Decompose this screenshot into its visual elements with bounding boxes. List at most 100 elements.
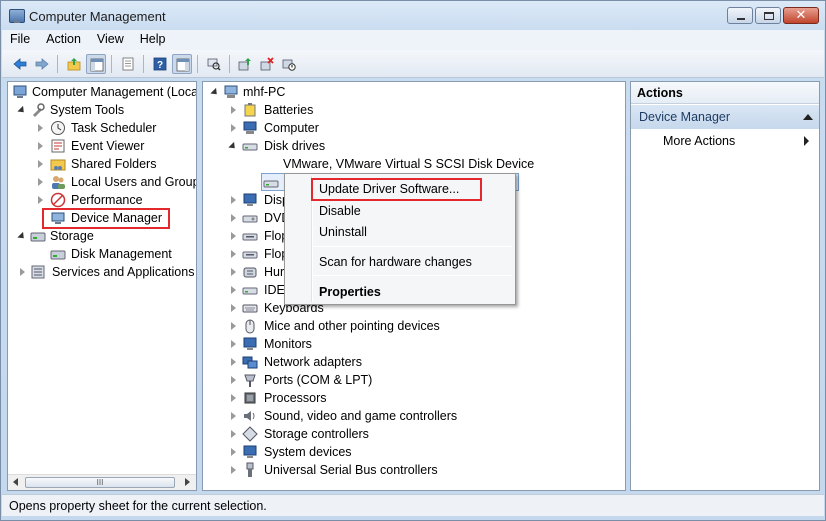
expand-arrow-icon[interactable] <box>229 430 238 439</box>
help-icon: ? <box>153 57 167 71</box>
computer-management-window: Computer Management ✕ File Action View H… <box>0 0 826 521</box>
clock-icon <box>51 121 65 135</box>
horizontal-scrollbar[interactable]: III <box>8 474 196 490</box>
expand-arrow-icon[interactable] <box>36 178 45 187</box>
expand-arrow-icon[interactable] <box>229 286 238 295</box>
disk-drive-icon <box>242 143 258 151</box>
collapse-arrow-icon[interactable] <box>229 142 238 151</box>
export-list-icon <box>122 57 134 71</box>
menu-item-disable[interactable]: Disable <box>319 201 361 221</box>
tree-item-label: Hur <box>264 265 285 279</box>
expand-arrow-icon[interactable] <box>36 124 45 133</box>
expand-arrow-icon[interactable] <box>229 214 238 223</box>
system-device-icon <box>243 445 257 458</box>
menu-bar: File Action View Help <box>2 30 824 50</box>
expand-arrow-icon[interactable] <box>229 340 238 349</box>
expand-arrow-icon[interactable] <box>229 268 238 277</box>
tree-item-label: System devices <box>264 445 352 459</box>
menu-item-uninstall[interactable]: Uninstall <box>319 222 367 242</box>
back-button[interactable] <box>10 54 30 74</box>
menu-help[interactable]: Help <box>132 30 174 50</box>
toolbar: ? <box>2 50 824 78</box>
collapse-arrow-icon[interactable] <box>18 106 27 115</box>
collapse-up-icon[interactable] <box>803 114 813 120</box>
disable-device-button[interactable] <box>279 54 299 74</box>
uninstall-device-button[interactable] <box>257 54 277 74</box>
tree-item-label: Sound, video and game controllers <box>264 409 458 423</box>
tree-item-label: Storage controllers <box>264 427 369 441</box>
toolbar-separator <box>229 55 230 73</box>
monitor-icon <box>243 337 257 350</box>
show-hide-console-tree-button[interactable] <box>86 54 106 74</box>
scrollbar-thumb[interactable]: III <box>25 477 175 488</box>
export-list-button[interactable] <box>118 54 138 74</box>
more-actions-item[interactable]: More Actions <box>663 132 735 150</box>
actions-section-label: Device Manager <box>639 110 731 124</box>
scroll-right-icon[interactable] <box>185 478 190 486</box>
expand-arrow-icon[interactable] <box>229 412 238 421</box>
expand-arrow-icon[interactable] <box>229 394 238 403</box>
actions-section-device-manager[interactable]: Device Manager <box>631 105 819 129</box>
device-manager-highlight-box <box>42 208 170 229</box>
expand-arrow-icon[interactable] <box>18 268 27 277</box>
tree-item-label: Disk Management <box>71 247 172 261</box>
minimize-icon <box>737 18 745 20</box>
menu-file[interactable]: File <box>2 30 38 50</box>
maximize-button[interactable] <box>755 7 781 24</box>
mouse-icon <box>245 319 255 334</box>
expand-arrow-icon[interactable] <box>229 448 238 457</box>
collapse-arrow-icon[interactable] <box>18 232 27 241</box>
services-icon <box>31 265 45 279</box>
menu-action[interactable]: Action <box>38 30 89 50</box>
computer-management-icon <box>13 85 27 98</box>
tree-item-computer-management[interactable]: Computer Management (Local <box>12 83 196 101</box>
menu-item-scan-hardware[interactable]: Scan for hardware changes <box>319 252 472 272</box>
tree-item-label: Batteries <box>264 103 314 117</box>
back-arrow-icon <box>13 58 27 70</box>
status-bar: Opens property sheet for the current sel… <box>2 494 824 516</box>
help-button[interactable]: ? <box>150 54 170 74</box>
tree-item-label: mhf-PC <box>243 85 286 99</box>
expand-arrow-icon[interactable] <box>229 322 238 331</box>
dvd-drive-icon <box>242 215 258 223</box>
menu-item-properties[interactable]: Properties <box>319 282 381 302</box>
expand-arrow-icon[interactable] <box>229 232 238 241</box>
computer-management-icon <box>9 9 25 23</box>
scroll-left-icon[interactable] <box>13 478 18 486</box>
update-driver-button[interactable] <box>235 54 255 74</box>
tree-item-label: Monitors <box>264 337 312 351</box>
action-pane-icon <box>176 58 190 72</box>
window-title: Computer Management <box>29 9 166 24</box>
minimize-button[interactable] <box>727 7 753 24</box>
expand-arrow-icon[interactable] <box>229 124 238 133</box>
scan-hardware-button[interactable] <box>204 54 224 74</box>
close-button[interactable]: ✕ <box>783 7 819 24</box>
expand-arrow-icon[interactable] <box>229 358 238 367</box>
toolbar-separator <box>197 55 198 73</box>
expand-arrow-icon[interactable] <box>229 250 238 259</box>
expand-arrow-icon[interactable] <box>229 376 238 385</box>
up-one-level-button[interactable] <box>64 54 84 74</box>
console-tree-pane[interactable]: Computer Management (Local System Tools … <box>7 81 197 491</box>
expand-arrow-icon[interactable] <box>229 106 238 115</box>
tree-item-label: Network adapters <box>264 355 362 369</box>
actions-pane: Actions Device Manager More Actions <box>630 81 820 491</box>
expand-arrow-icon[interactable] <box>229 304 238 313</box>
speaker-icon <box>244 411 255 421</box>
menu-separator <box>313 275 512 276</box>
expand-arrow-icon[interactable] <box>36 196 45 205</box>
port-icon <box>244 374 256 387</box>
collapse-arrow-icon[interactable] <box>211 88 220 97</box>
title-bar[interactable]: Computer Management ✕ <box>1 1 825 31</box>
tree-item-label: Event Viewer <box>71 139 145 153</box>
expand-arrow-icon[interactable] <box>229 466 238 475</box>
expand-arrow-icon[interactable] <box>36 160 45 169</box>
expand-arrow-icon[interactable] <box>229 196 238 205</box>
floppy-controller-icon <box>242 233 258 241</box>
floppy-drive-icon <box>242 251 258 259</box>
show-hide-action-pane-button[interactable] <box>172 54 192 74</box>
expand-arrow-icon[interactable] <box>36 142 45 151</box>
forward-button[interactable] <box>32 54 52 74</box>
menu-view[interactable]: View <box>89 30 132 50</box>
forward-arrow-icon <box>35 58 49 70</box>
